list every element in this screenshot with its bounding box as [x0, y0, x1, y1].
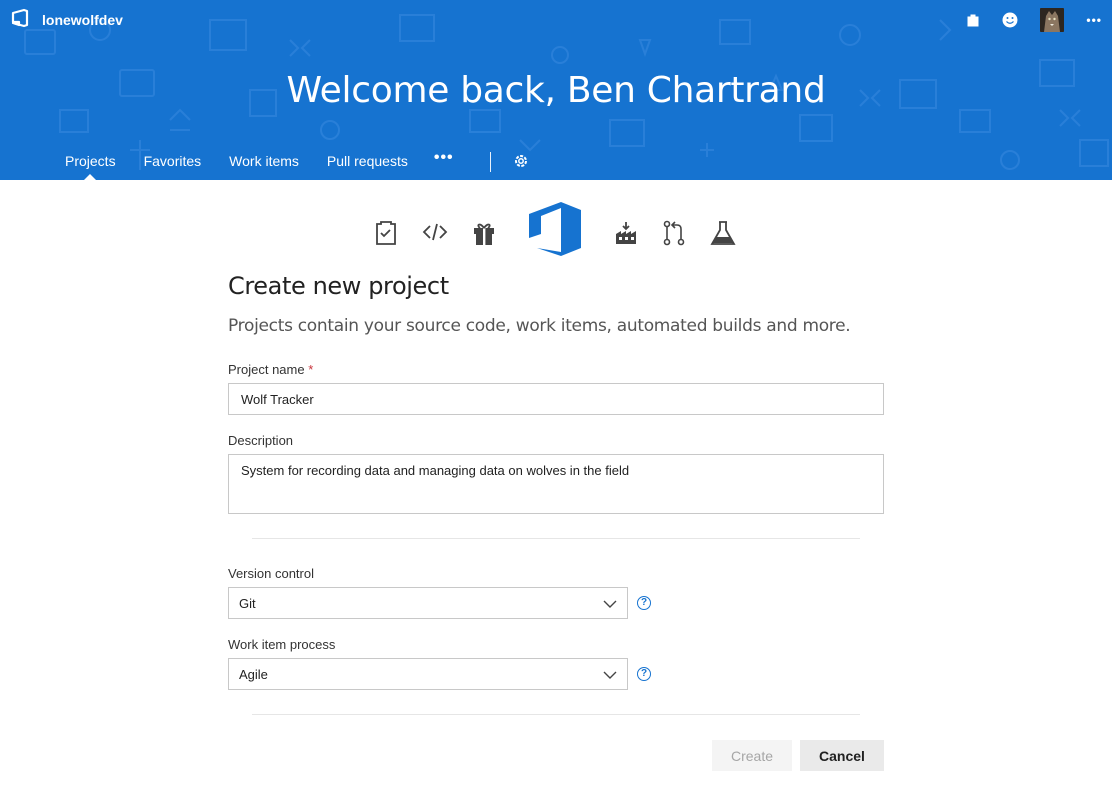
org-brand[interactable]: lonewolfdev — [10, 8, 123, 33]
page-title: Create new project — [228, 272, 449, 300]
form-divider-top — [252, 538, 860, 539]
required-mark: * — [308, 362, 314, 377]
description-label: Description — [228, 433, 294, 448]
version-control-select[interactable]: Git — [228, 587, 628, 619]
version-control-help-icon[interactable]: ? — [637, 596, 651, 610]
description-field[interactable]: System for recording data and managing d… — [228, 454, 884, 514]
vsts-logo-icon — [527, 200, 583, 263]
nav-favorites[interactable]: Favorites — [130, 148, 216, 174]
page-subtitle: Projects contain your source code, work … — [228, 316, 851, 336]
more-options-icon[interactable]: ••• — [1086, 13, 1102, 27]
create-button[interactable]: Create — [712, 740, 792, 771]
avatar[interactable] — [1040, 8, 1065, 32]
vsts-logo-icon — [10, 8, 30, 33]
version-control-row: Git ? — [228, 587, 884, 619]
cancel-button[interactable]: Cancel — [800, 740, 884, 771]
form-divider-bottom — [252, 714, 860, 715]
create-project-form: Create new project Projects contain your… — [228, 272, 884, 771]
welcome-heading: Welcome back, Ben Chartrand — [286, 70, 826, 111]
work-item-process-value: Agile — [239, 666, 268, 682]
build-icon — [614, 220, 638, 251]
work-item-process-help-icon[interactable]: ? — [637, 667, 651, 681]
nav-pull-requests[interactable]: Pull requests — [313, 148, 422, 174]
work-item-process-select[interactable]: Agile — [228, 658, 628, 690]
header-banner: lonewolfdev ••• Welcome back, Ben Chartr… — [0, 0, 1112, 180]
marketplace-bag-icon[interactable] — [966, 13, 980, 27]
top-right-toolbar: ••• — [944, 7, 1102, 33]
pull-request-icon — [662, 220, 686, 251]
chevron-down-icon — [603, 596, 617, 611]
work-item-process-row: Agile ? — [228, 658, 884, 690]
nav-projects[interactable]: Projects — [51, 148, 130, 180]
hub-navigation: Projects Favorites Work items Pull reque… — [51, 148, 537, 180]
project-name-label: Project name * — [228, 362, 884, 377]
feature-icons-row — [370, 200, 750, 260]
project-name-label-text: Project name — [228, 362, 305, 377]
project-name-input[interactable]: Wolf Tracker — [228, 383, 884, 415]
test-flask-icon — [710, 220, 736, 251]
settings-gear-icon[interactable] — [505, 148, 537, 179]
nav-separator — [489, 152, 491, 172]
form-actions: Create Cancel — [712, 740, 884, 771]
version-control-value: Git — [239, 595, 256, 611]
org-name: lonewolfdev — [42, 12, 123, 28]
chevron-down-icon — [603, 667, 617, 682]
version-control-label: Version control — [228, 566, 314, 581]
nav-more-button[interactable]: ••• — [422, 148, 466, 168]
release-gift-icon — [472, 220, 496, 251]
work-items-icon — [374, 220, 398, 251]
code-icon — [422, 220, 448, 249]
nav-work-items[interactable]: Work items — [215, 148, 313, 174]
feedback-smiley-icon[interactable] — [1002, 12, 1018, 28]
work-item-process-label: Work item process — [228, 637, 336, 652]
